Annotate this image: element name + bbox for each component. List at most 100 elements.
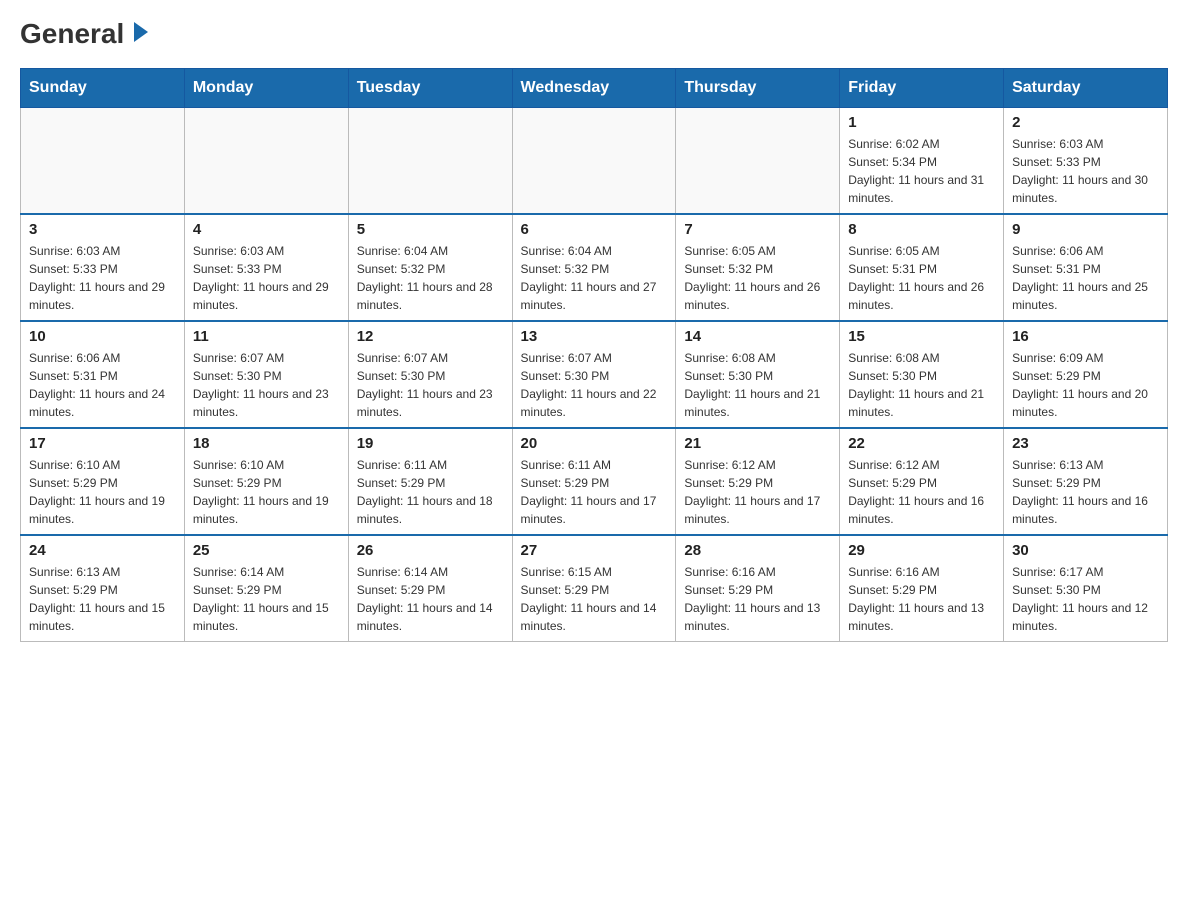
sun-info: Sunrise: 6:12 AMSunset: 5:29 PMDaylight:…: [684, 456, 831, 528]
sun-info: Sunrise: 6:13 AMSunset: 5:29 PMDaylight:…: [1012, 456, 1159, 528]
day-number: 3: [29, 221, 176, 238]
sun-info: Sunrise: 6:15 AMSunset: 5:29 PMDaylight:…: [521, 563, 668, 635]
calendar-week-row: 3 Sunrise: 6:03 AMSunset: 5:33 PMDaylight…: [21, 214, 1168, 321]
calendar-week-row: 17 Sunrise: 6:10 AMSunset: 5:29 PMDayligh…: [21, 428, 1168, 535]
calendar-cell: 29Sunrise: 6:16 AMSunset: 5:29 PMDayligh…: [840, 535, 1004, 642]
weekday-header-sunday: Sunday: [21, 69, 185, 108]
calendar-cell: 23 Sunrise: 6:13 AMSunset: 5:29 PMDayligh…: [1004, 428, 1168, 535]
sun-info: Sunrise: 6:05 AMSunset: 5:31 PMDaylight:…: [848, 242, 995, 314]
day-number: 9: [1012, 221, 1159, 238]
day-number: 15: [848, 328, 995, 345]
day-number: 13: [521, 328, 668, 345]
day-number: 11: [193, 328, 340, 345]
calendar-cell: [21, 108, 185, 215]
day-number: 10: [29, 328, 176, 345]
calendar-cell: [676, 108, 840, 215]
calendar-cell: [348, 108, 512, 215]
calendar-cell: 2 Sunrise: 6:03 AMSunset: 5:33 PMDaylight…: [1004, 108, 1168, 215]
day-number: 12: [357, 328, 504, 345]
calendar-cell: 19 Sunrise: 6:11 AMSunset: 5:29 PMDayligh…: [348, 428, 512, 535]
sun-info: Sunrise: 6:14 AMSunset: 5:29 PMDaylight:…: [193, 563, 340, 635]
weekday-header-thursday: Thursday: [676, 69, 840, 108]
calendar-cell: 13 Sunrise: 6:07 AMSunset: 5:30 PMDayligh…: [512, 321, 676, 428]
sun-info: Sunrise: 6:06 AMSunset: 5:31 PMDaylight:…: [1012, 242, 1159, 314]
sun-info: Sunrise: 6:07 AMSunset: 5:30 PMDaylight:…: [357, 349, 504, 421]
calendar-cell: 24 Sunrise: 6:13 AMSunset: 5:29 PMDayligh…: [21, 535, 185, 642]
sun-info: Sunrise: 6:03 AMSunset: 5:33 PMDaylight:…: [29, 242, 176, 314]
calendar-cell: 5Sunrise: 6:04 AMSunset: 5:32 PMDaylight…: [348, 214, 512, 321]
sun-info: Sunrise: 6:04 AMSunset: 5:32 PMDaylight:…: [521, 242, 668, 314]
calendar-week-row: 1 Sunrise: 6:02 AMSunset: 5:34 PMDaylight…: [21, 108, 1168, 215]
calendar-cell: 27 Sunrise: 6:15 AMSunset: 5:29 PMDayligh…: [512, 535, 676, 642]
calendar-cell: [512, 108, 676, 215]
calendar-cell: 30 Sunrise: 6:17 AMSunset: 5:30 PMDayligh…: [1004, 535, 1168, 642]
day-number: 21: [684, 435, 831, 452]
weekday-header-monday: Monday: [184, 69, 348, 108]
day-number: 4: [193, 221, 340, 238]
sun-info: Sunrise: 6:14 AMSunset: 5:29 PMDaylight:…: [357, 563, 504, 635]
calendar-cell: 12 Sunrise: 6:07 AMSunset: 5:30 PMDayligh…: [348, 321, 512, 428]
sun-info: Sunrise: 6:13 AMSunset: 5:29 PMDaylight:…: [29, 563, 176, 635]
calendar-cell: 26Sunrise: 6:14 AMSunset: 5:29 PMDayligh…: [348, 535, 512, 642]
calendar-cell: 16 Sunrise: 6:09 AMSunset: 5:29 PMDayligh…: [1004, 321, 1168, 428]
day-number: 30: [1012, 542, 1159, 559]
day-number: 17: [29, 435, 176, 452]
calendar-cell: 6Sunrise: 6:04 AMSunset: 5:32 PMDaylight…: [512, 214, 676, 321]
sun-info: Sunrise: 6:02 AMSunset: 5:34 PMDaylight:…: [848, 135, 995, 207]
sun-info: Sunrise: 6:10 AMSunset: 5:29 PMDaylight:…: [29, 456, 176, 528]
sun-info: Sunrise: 6:17 AMSunset: 5:30 PMDaylight:…: [1012, 563, 1159, 635]
day-number: 23: [1012, 435, 1159, 452]
sun-info: Sunrise: 6:07 AMSunset: 5:30 PMDaylight:…: [521, 349, 668, 421]
weekday-header-tuesday: Tuesday: [348, 69, 512, 108]
day-number: 1: [848, 114, 995, 131]
calendar-cell: [184, 108, 348, 215]
logo-arrow-icon: [124, 18, 152, 46]
day-number: 14: [684, 328, 831, 345]
day-number: 22: [848, 435, 995, 452]
sun-info: Sunrise: 6:05 AMSunset: 5:32 PMDaylight:…: [684, 242, 831, 314]
day-number: 2: [1012, 114, 1159, 131]
calendar-cell: 10 Sunrise: 6:06 AMSunset: 5:31 PMDayligh…: [21, 321, 185, 428]
calendar-cell: 22 Sunrise: 6:12 AMSunset: 5:29 PMDayligh…: [840, 428, 1004, 535]
logo: General: [20, 20, 152, 48]
day-number: 27: [521, 542, 668, 559]
calendar-week-row: 24 Sunrise: 6:13 AMSunset: 5:29 PMDayligh…: [21, 535, 1168, 642]
day-number: 28: [684, 542, 831, 559]
sun-info: Sunrise: 6:03 AMSunset: 5:33 PMDaylight:…: [193, 242, 340, 314]
day-number: 29: [848, 542, 995, 559]
sun-info: Sunrise: 6:11 AMSunset: 5:29 PMDaylight:…: [521, 456, 668, 528]
calendar-cell: 18Sunrise: 6:10 AMSunset: 5:29 PMDayligh…: [184, 428, 348, 535]
page-header: General: [20, 20, 1168, 48]
calendar-week-row: 10 Sunrise: 6:06 AMSunset: 5:31 PMDayligh…: [21, 321, 1168, 428]
calendar-cell: 4 Sunrise: 6:03 AMSunset: 5:33 PMDaylight…: [184, 214, 348, 321]
sun-info: Sunrise: 6:16 AMSunset: 5:29 PMDaylight:…: [684, 563, 831, 635]
calendar-cell: 15 Sunrise: 6:08 AMSunset: 5:30 PMDayligh…: [840, 321, 1004, 428]
day-number: 5: [357, 221, 504, 238]
sun-info: Sunrise: 6:11 AMSunset: 5:29 PMDaylight:…: [357, 456, 504, 528]
calendar-cell: 17 Sunrise: 6:10 AMSunset: 5:29 PMDayligh…: [21, 428, 185, 535]
day-number: 20: [521, 435, 668, 452]
day-number: 24: [29, 542, 176, 559]
day-number: 16: [1012, 328, 1159, 345]
sun-info: Sunrise: 6:03 AMSunset: 5:33 PMDaylight:…: [1012, 135, 1159, 207]
sun-info: Sunrise: 6:08 AMSunset: 5:30 PMDaylight:…: [684, 349, 831, 421]
sun-info: Sunrise: 6:12 AMSunset: 5:29 PMDaylight:…: [848, 456, 995, 528]
calendar-cell: 7Sunrise: 6:05 AMSunset: 5:32 PMDaylight…: [676, 214, 840, 321]
calendar-cell: 9 Sunrise: 6:06 AMSunset: 5:31 PMDaylight…: [1004, 214, 1168, 321]
day-number: 19: [357, 435, 504, 452]
calendar-cell: 1 Sunrise: 6:02 AMSunset: 5:34 PMDaylight…: [840, 108, 1004, 215]
weekday-header-friday: Friday: [840, 69, 1004, 108]
calendar-cell: 28 Sunrise: 6:16 AMSunset: 5:29 PMDayligh…: [676, 535, 840, 642]
sun-info: Sunrise: 6:08 AMSunset: 5:30 PMDaylight:…: [848, 349, 995, 421]
calendar-cell: 20 Sunrise: 6:11 AMSunset: 5:29 PMDayligh…: [512, 428, 676, 535]
calendar-cell: 25Sunrise: 6:14 AMSunset: 5:29 PMDayligh…: [184, 535, 348, 642]
calendar-header-row: SundayMondayTuesdayWednesdayThursdayFrid…: [21, 69, 1168, 108]
sun-info: Sunrise: 6:07 AMSunset: 5:30 PMDaylight:…: [193, 349, 340, 421]
sun-info: Sunrise: 6:06 AMSunset: 5:31 PMDaylight:…: [29, 349, 176, 421]
weekday-header-wednesday: Wednesday: [512, 69, 676, 108]
calendar-cell: 14 Sunrise: 6:08 AMSunset: 5:30 PMDayligh…: [676, 321, 840, 428]
calendar-cell: 8Sunrise: 6:05 AMSunset: 5:31 PMDaylight…: [840, 214, 1004, 321]
sun-info: Sunrise: 6:09 AMSunset: 5:29 PMDaylight:…: [1012, 349, 1159, 421]
weekday-header-saturday: Saturday: [1004, 69, 1168, 108]
calendar-cell: 11 Sunrise: 6:07 AMSunset: 5:30 PMDayligh…: [184, 321, 348, 428]
